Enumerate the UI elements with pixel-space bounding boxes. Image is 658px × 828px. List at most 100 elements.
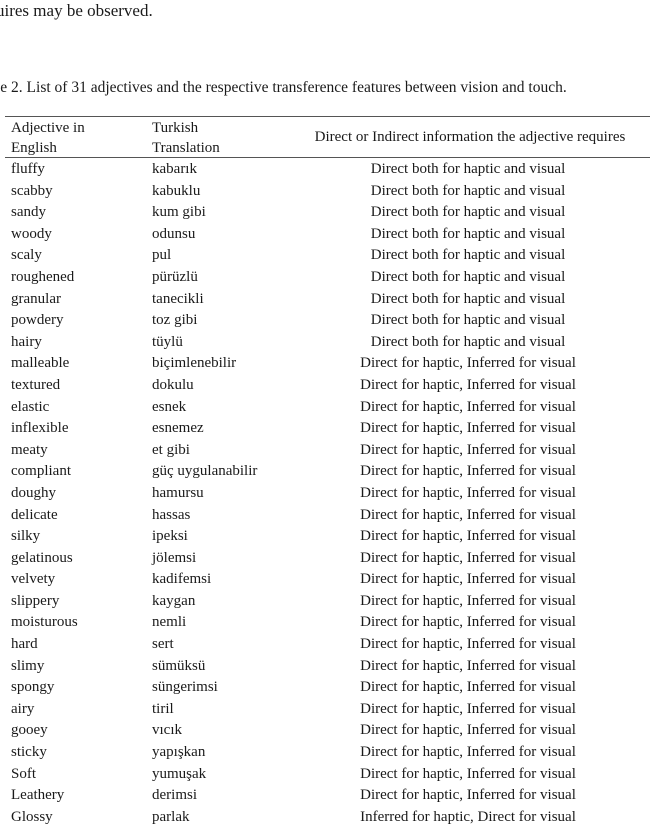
cell-information-required: Direct for haptic, Inferred for visual — [360, 355, 576, 372]
table-row: Soft yumuşak Direct for haptic, Inferred f… — [5, 764, 650, 786]
table-row: granular tanecikli Direct both for haptic … — [5, 289, 650, 311]
cell-english-adjective: Leathery — [11, 787, 65, 804]
cell-english-adjective: elastic — [11, 398, 50, 415]
cell-information-required: Inferred for haptic, Direct for visual — [360, 808, 576, 825]
cell-english-adjective: sticky — [11, 744, 47, 761]
cell-information-required: Direct for haptic, Inferred for visual — [360, 679, 576, 696]
table-row: powdery toz gibi Direct both for haptic an… — [5, 310, 650, 332]
table-row: silky ipeksi Direct for haptic, Inferred f… — [5, 526, 650, 548]
cell-turkish-translation: kaygan — [152, 592, 196, 609]
header-col2-line1: Turkish — [152, 120, 199, 136]
cell-turkish-translation: nemli — [152, 614, 187, 631]
cell-english-adjective: gooey — [11, 722, 48, 739]
cell-english-adjective: hard — [11, 636, 38, 653]
cell-information-required: Direct both for haptic and visual — [370, 312, 566, 329]
cell-english-adjective: scaly — [11, 247, 42, 264]
cell-turkish-translation: sert — [152, 636, 174, 653]
cell-english-adjective: malleable — [11, 355, 70, 372]
cell-turkish-translation: biçimlenebilir — [152, 355, 237, 372]
cell-turkish-translation: esnek — [152, 398, 187, 415]
cell-english-adjective: velvety — [11, 571, 56, 588]
cell-english-adjective: slippery — [11, 592, 60, 609]
cell-turkish-translation: parlak — [152, 808, 190, 825]
table-row: hard sert Direct for haptic, Inferred for … — [5, 634, 650, 656]
cell-information-required: Direct for haptic, Inferred for visual — [360, 376, 576, 393]
cell-english-adjective: silky — [11, 528, 41, 545]
cell-english-adjective: slimy — [11, 657, 45, 674]
cell-turkish-translation: jölemsi — [152, 549, 197, 566]
cell-turkish-translation: dokulu — [152, 376, 194, 393]
table-row: textured dokulu Direct for haptic, Inferre… — [5, 375, 650, 397]
cell-information-required: Direct for haptic, Inferred for visual — [360, 744, 576, 761]
cell-turkish-translation: hassas — [152, 506, 191, 523]
table-row: woody odunsu Direct both for haptic and vi… — [5, 224, 650, 246]
table-row: roughened pürüzlü Direct both for haptic a… — [5, 267, 650, 289]
table-row: airy tiril Direct for haptic, Inferred for… — [5, 699, 650, 721]
table-row: gooey vıcık Direct for haptic, Inferred fo… — [5, 720, 650, 742]
cell-information-required: Direct both for haptic and visual — [370, 268, 566, 285]
cell-english-adjective: Glossy — [11, 808, 53, 825]
cell-turkish-translation: et gibi — [152, 441, 190, 458]
cell-turkish-translation: derimsi — [152, 787, 197, 804]
cell-turkish-translation: güç uygulanabilir — [152, 463, 258, 480]
table-row: scaly pul Direct both for haptic and visua… — [5, 245, 650, 267]
cell-information-required: Direct both for haptic and visual — [370, 290, 566, 307]
cell-information-required: Direct for haptic, Inferred for visual — [360, 592, 576, 609]
cell-english-adjective: Soft — [11, 765, 37, 782]
table-row: gelatinous jölemsi Direct for haptic, Infe… — [5, 548, 650, 570]
header-turkish-translation: Turkish Translation — [152, 118, 282, 158]
cell-information-required: Direct both for haptic and visual — [370, 225, 566, 242]
cell-information-required: Direct for haptic, Inferred for visual — [360, 420, 576, 437]
table-row: elastic esnek Direct for haptic, Inferred … — [5, 397, 650, 419]
header-col1-line2: English — [11, 140, 57, 156]
cell-turkish-translation: hamursu — [152, 484, 204, 501]
table-row: scabby kabuklu Direct both for haptic and … — [5, 181, 650, 203]
cell-english-adjective: woody — [11, 225, 52, 242]
table-row: slimy sümüksü Direct for haptic, Inferred … — [5, 656, 650, 678]
cell-turkish-translation: toz gibi — [152, 312, 198, 329]
cell-turkish-translation: tüylü — [152, 333, 183, 350]
table-row: malleable biçimlenebilir Direct for haptic… — [5, 353, 650, 375]
cell-turkish-translation: kadifemsi — [152, 571, 212, 588]
cell-english-adjective: spongy — [11, 679, 55, 696]
cell-english-adjective: textured — [11, 376, 61, 393]
cell-information-required: Direct for haptic, Inferred for visual — [360, 571, 576, 588]
cell-english-adjective: hairy — [11, 333, 42, 350]
header-information-required: Direct or Indirect information the adjec… — [314, 129, 626, 145]
table-row: spongy süngerimsi Direct for haptic, Infer… — [5, 677, 650, 699]
cell-information-required: Direct both for haptic and visual — [370, 161, 566, 177]
cell-information-required: Direct for haptic, Inferred for visual — [360, 614, 576, 631]
cell-information-required: Direct for haptic, Inferred for visual — [360, 787, 576, 804]
table-row: slippery kaygan Direct for haptic, Inferre… — [5, 591, 650, 613]
table-row: meaty et gibi Direct for haptic, Inferred … — [5, 440, 650, 462]
cell-information-required: Direct for haptic, Inferred for visual — [360, 657, 576, 674]
cell-turkish-translation: yapışkan — [152, 744, 206, 761]
cell-information-required: Direct for haptic, Inferred for visual — [360, 722, 576, 739]
cell-turkish-translation: tanecikli — [152, 290, 204, 307]
cell-english-adjective: scabby — [11, 182, 53, 199]
cell-english-adjective: delicate — [11, 506, 58, 523]
cell-english-adjective: gelatinous — [11, 549, 73, 566]
cell-information-required: Direct for haptic, Inferred for visual — [360, 441, 576, 458]
cell-turkish-translation: yumuşak — [152, 765, 207, 782]
cell-information-required: Direct both for haptic and visual — [370, 247, 566, 264]
cell-english-adjective: sandy — [11, 204, 46, 221]
cell-information-required: Direct both for haptic and visual — [370, 182, 566, 199]
cell-english-adjective: roughened — [11, 268, 75, 285]
cell-turkish-translation: kabuklu — [152, 182, 201, 199]
table-row: fluffy kabarık Direct both for haptic and … — [5, 159, 650, 181]
cell-turkish-translation: süngerimsi — [152, 679, 218, 696]
header-col2-line2: Translation — [152, 140, 220, 156]
cell-information-required: Direct for haptic, Inferred for visual — [360, 528, 576, 545]
cell-information-required: Direct for haptic, Inferred for visual — [360, 506, 576, 523]
table-row: Leathery derimsi Direct for haptic, Inferr… — [5, 785, 650, 807]
cell-information-required: Direct for haptic, Inferred for visual — [360, 636, 576, 653]
header-adjective-in-english: Adjective in English — [11, 118, 141, 158]
cell-turkish-translation: vıcık — [152, 722, 182, 739]
cell-english-adjective: powdery — [11, 312, 64, 329]
cell-english-adjective: meaty — [11, 441, 48, 458]
cell-english-adjective: moisturous — [11, 614, 78, 631]
cell-turkish-translation: kum gibi — [152, 204, 206, 221]
table-row: compliant güç uygulanabilir Direct for hap… — [5, 461, 650, 483]
cell-turkish-translation: pul — [152, 247, 172, 264]
